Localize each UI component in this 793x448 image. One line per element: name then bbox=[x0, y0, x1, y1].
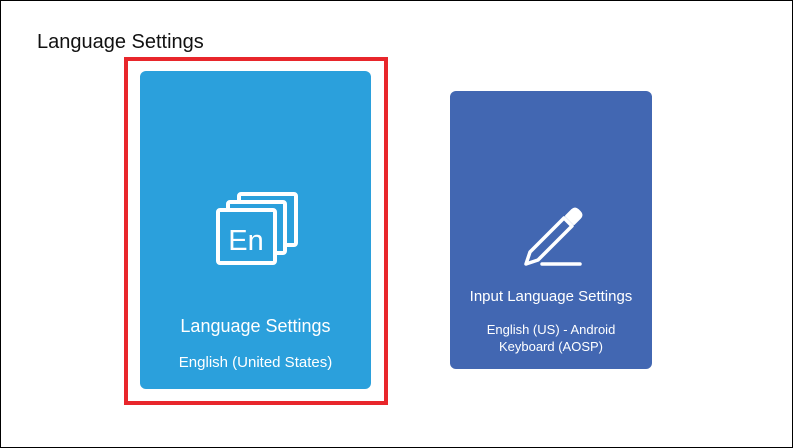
input-language-settings-label: Input Language Settings bbox=[469, 288, 633, 305]
settings-window: Language Settings En Language Settings E… bbox=[0, 0, 793, 448]
language-settings-card[interactable]: En Language Settings English (United Sta… bbox=[140, 71, 371, 389]
input-language-settings-card[interactable]: Input Language Settings English (US) - A… bbox=[450, 91, 652, 369]
input-language-settings-value: English (US) - Android Keyboard (AOSP) bbox=[486, 322, 616, 354]
page-title: Language Settings bbox=[37, 31, 204, 53]
language-settings-value: English (United States) bbox=[178, 354, 333, 371]
language-en-icon-text: En bbox=[228, 225, 263, 257]
language-en-icon: En bbox=[216, 192, 298, 265]
pencil-icon bbox=[524, 207, 583, 266]
language-settings-label: Language Settings bbox=[180, 316, 331, 336]
